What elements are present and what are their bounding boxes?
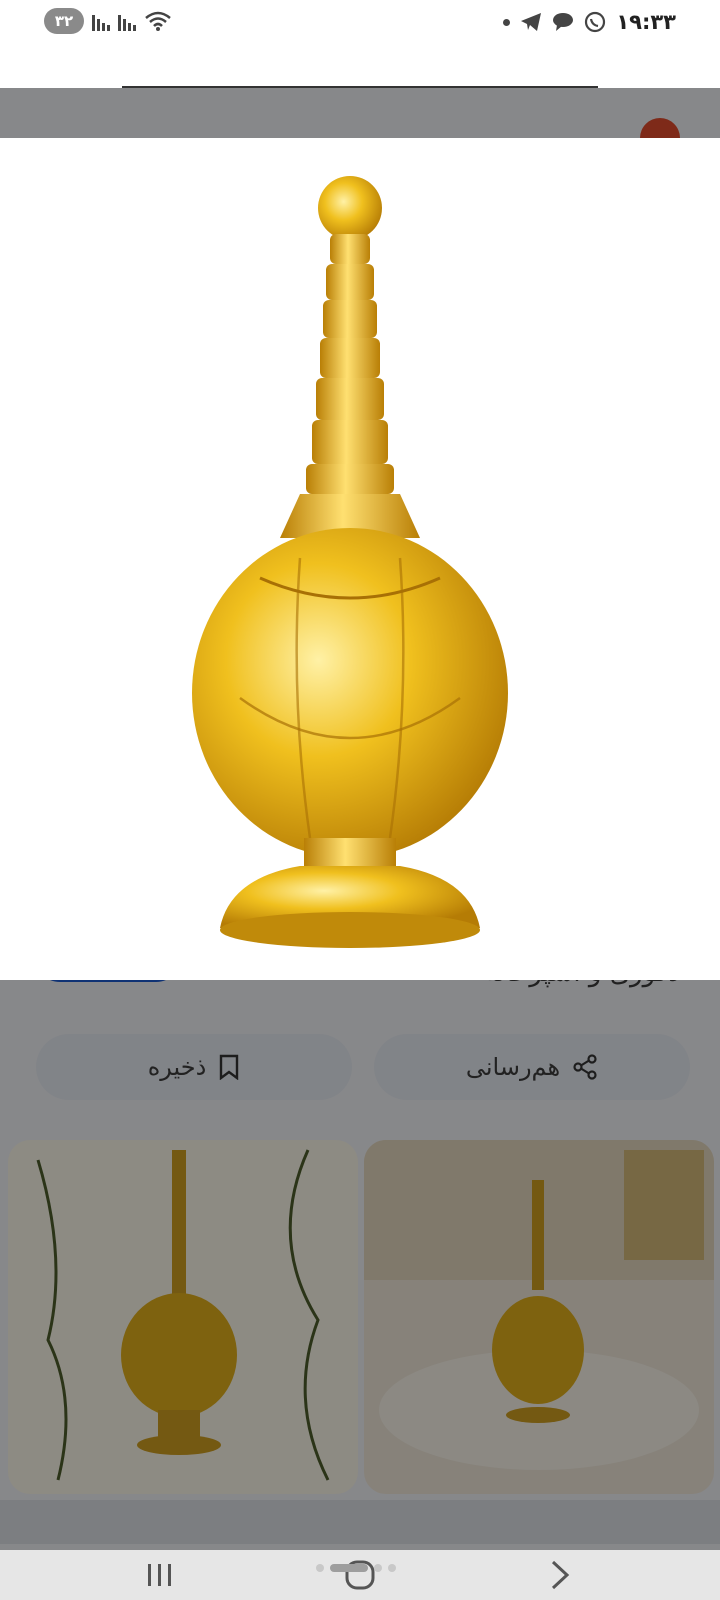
home-button[interactable] bbox=[328, 1550, 392, 1600]
chat-icon bbox=[553, 13, 574, 31]
status-bar: ۳۲ ۱۹:۳۳ bbox=[0, 0, 720, 48]
whatsapp-icon bbox=[585, 11, 606, 33]
chevron-right-icon bbox=[551, 1560, 570, 1590]
signal-icon-2 bbox=[118, 11, 136, 31]
notification-dot bbox=[503, 18, 511, 26]
battery-indicator: ۳۲ bbox=[44, 8, 84, 34]
signal-icon bbox=[92, 11, 110, 31]
wifi-icon bbox=[145, 11, 171, 31]
clock: ۱۹:۳۳ bbox=[616, 10, 676, 34]
recent-apps-button[interactable] bbox=[128, 1550, 192, 1600]
back-button[interactable] bbox=[528, 1550, 592, 1600]
image-viewer[interactable] bbox=[0, 138, 720, 980]
golden-rosewater-sprinkler-image bbox=[192, 176, 508, 948]
recent-apps-icon bbox=[148, 1564, 171, 1586]
system-nav-bar bbox=[0, 1550, 720, 1600]
status-right: ۱۹:۳۳ bbox=[503, 10, 676, 34]
status-left: ۳۲ bbox=[44, 8, 172, 34]
telegram-icon bbox=[521, 13, 542, 31]
page-indicator bbox=[316, 1564, 396, 1572]
